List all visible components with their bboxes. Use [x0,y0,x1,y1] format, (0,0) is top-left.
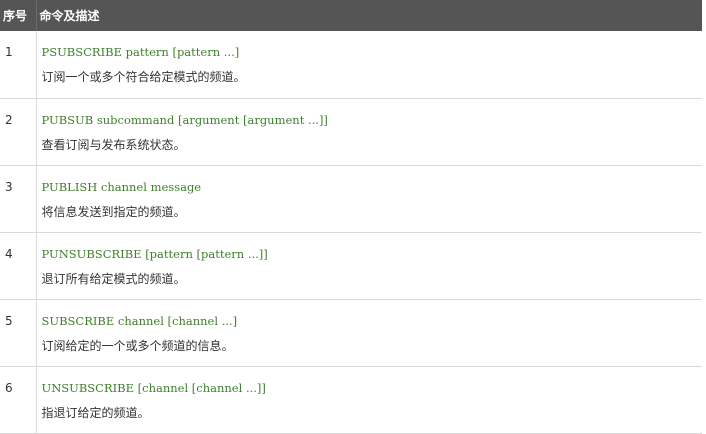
row-index: 1 [0,31,37,99]
row-index: 4 [0,232,37,300]
header-description: 命令及描述 [36,0,702,31]
command-text: UNSUBSCRIBE [channel [channel ...]] [41,380,266,395]
row-content: SUBSCRIBE channel [channel ...] 订阅给定的一个或… [36,299,702,367]
row-index: 6 [0,366,37,434]
commands-table: 序号 命令及描述 1 PSUBSCRIBE pattern [pattern .… [0,0,702,434]
table-row: 5 SUBSCRIBE channel [channel ...] 订阅给定的一… [0,299,702,367]
row-content: PSUBSCRIBE pattern [pattern ...] 订阅一个或多个… [36,31,702,99]
command-description: 订阅一个或多个符合给定模式的频道。 [41,70,246,84]
row-content: PUBSUB subcommand [argument [argument ..… [36,98,702,166]
command-description: 将信息发送到指定的频道。 [41,204,186,219]
header-index: 序号 [0,0,37,31]
row-index: 2 [0,98,37,166]
table-row: 6 UNSUBSCRIBE [channel [channel ...]] 指退… [0,366,702,434]
table-row: 1 PSUBSCRIBE pattern [pattern ...] 订阅一个或… [0,31,702,99]
row-index: 3 [0,165,37,233]
header-row: 序号 命令及描述 [0,0,702,31]
row-content: UNSUBSCRIBE [channel [channel ...]] 指退订给… [36,366,702,434]
row-content: PUNSUBSCRIBE [pattern [pattern ...]] 退订所… [36,232,702,300]
command-text: SUBSCRIBE channel [channel ...] [41,313,238,328]
command-text: PUBLISH channel message [41,179,202,194]
table-row: 3 PUBLISH channel message 将信息发送到指定的频道。 [0,165,702,233]
command-description: 退订所有给定模式的频道。 [41,271,186,286]
table-body: 1 PSUBSCRIBE pattern [pattern ...] 订阅一个或… [0,31,702,434]
table-row: 4 PUNSUBSCRIBE [pattern [pattern ...]] 退… [0,232,702,300]
table-row: 2 PUBSUB subcommand [argument [argument … [0,98,702,166]
row-index: 5 [0,299,37,367]
command-text: PSUBSCRIBE pattern [pattern ...] [41,45,240,59]
command-description: 订阅给定的一个或多个频道的信息。 [41,338,234,353]
command-description: 指退订给定的频道。 [41,405,150,420]
table-header: 序号 命令及描述 [0,0,702,31]
command-text: PUNSUBSCRIBE [pattern [pattern ...]] [41,246,268,261]
row-content: PUBLISH channel message 将信息发送到指定的频道。 [36,165,702,233]
command-description: 查看订阅与发布系统状态。 [41,137,186,152]
command-text: PUBSUB subcommand [argument [argument ..… [41,112,328,127]
